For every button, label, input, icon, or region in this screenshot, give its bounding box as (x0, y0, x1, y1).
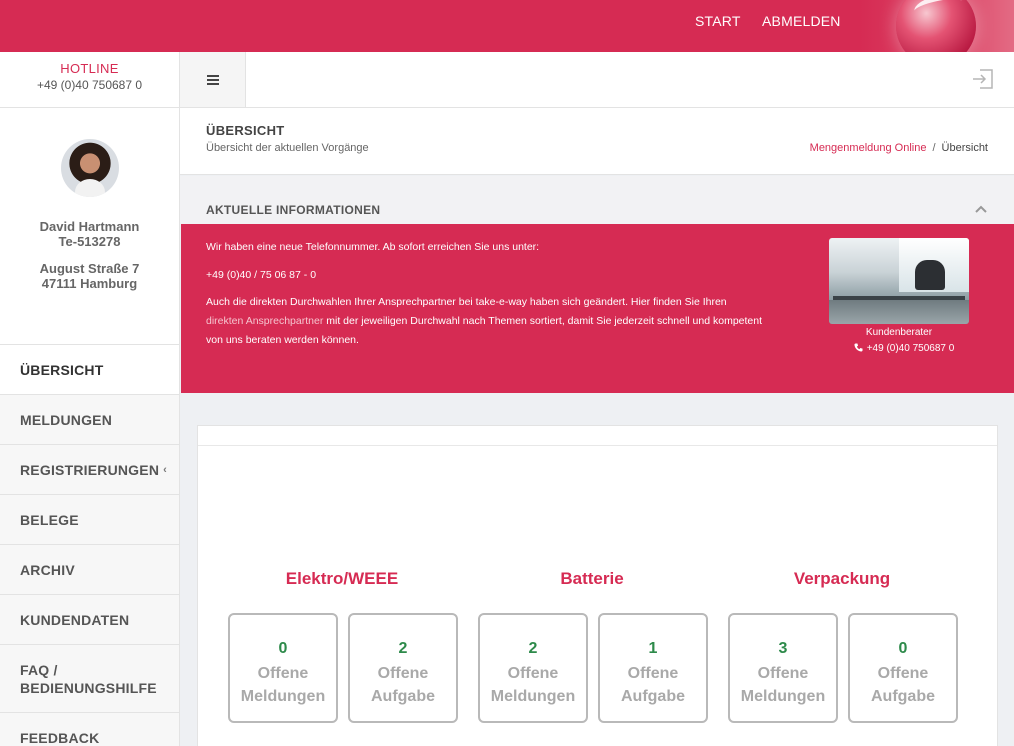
profile-city: 47111 Hamburg (41, 276, 138, 291)
sidebar-item-label: FAQ / BEDIENUNGSHILFE (20, 661, 157, 697)
page-subtitle: Übersicht der aktuellen Vorgänge (206, 142, 369, 154)
breadcrumb-parent-link[interactable]: Mengenmeldung Online (810, 142, 927, 154)
sidebar-item-archiv[interactable]: ARCHIV (0, 545, 179, 595)
sub-header (180, 52, 1014, 108)
stat-label: Offene Aufgabe (871, 665, 935, 705)
faq-label-line1: FAQ / (20, 661, 58, 678)
nav-logout-link[interactable]: ABMELDEN (762, 13, 841, 29)
profile-customer-id: Te-513278 (58, 234, 121, 249)
stat-label: Offene Meldungen (740, 665, 826, 705)
stat-card-elektro-meldungen[interactable]: 0 Offene Meldungen (228, 613, 338, 723)
stat-label: Offene Meldungen (490, 665, 576, 705)
info-section-title: AKTUELLE INFORMATIONEN (206, 203, 381, 217)
sidebar: David Hartmann Te-513278 August Straße 7… (0, 108, 180, 746)
page-header: ÜBERSICHT Übersicht der aktuellen Vorgän… (180, 108, 1014, 175)
advisor-phone-number: +49 (0)40 750687 0 (866, 343, 955, 354)
category-title-elektro: Elektro/WEEE (285, 569, 399, 588)
info-text-line1: Wir haben eine neue Telefonnummer. Ab so… (206, 241, 540, 253)
menu-toggle-button[interactable] (180, 52, 246, 107)
info-banner: Wir haben eine neue Telefonnummer. Ab so… (181, 224, 1014, 393)
stat-value: 1 (648, 640, 658, 657)
logout-icon[interactable] (972, 69, 994, 89)
stat-card-verpackung-aufgabe[interactable]: 0 Offene Aufgabe (848, 613, 958, 723)
category-title-batterie: Batterie (560, 569, 624, 588)
nav-start-link[interactable]: START (695, 13, 741, 29)
advisor-phone: +49 (0)40 750687 0 (829, 343, 979, 354)
stat-card-batterie-meldungen[interactable]: 2 Offene Meldungen (478, 613, 588, 723)
sidebar-item-uebersicht[interactable]: ÜBERSICHT (0, 345, 179, 395)
breadcrumb-separator: / (932, 142, 936, 154)
profile-name: David Hartmann (39, 219, 140, 234)
info-text-line3: Auch die direkten Durchwahlen Ihrer Ansp… (206, 293, 766, 350)
stat-value: 0 (278, 640, 288, 657)
hotline-phone: +49 (0)40 750687 0 (36, 78, 143, 92)
sidebar-item-label: MELDUNGEN (20, 411, 113, 428)
stat-card-batterie-aufgabe[interactable]: 1 Offene Aufgabe (598, 613, 708, 723)
stat-card-verpackung-meldungen[interactable]: 3 Offene Meldungen (728, 613, 838, 723)
faq-label-line2: BEDIENUNGSHILFE (20, 679, 157, 696)
logo-swoosh-icon (912, 0, 964, 21)
sidebar-item-label: FEEDBACK (20, 729, 100, 746)
info-text-part: Auch die direkten Durchwahlen Ihrer Ansp… (206, 296, 727, 308)
avatar (60, 139, 119, 197)
stat-label: Offene Aufgabe (371, 665, 435, 705)
stats-panel: Elektro/WEEE Batterie Verpackung 0 Offen… (197, 425, 998, 746)
user-profile: David Hartmann Te-513278 August Straße 7… (0, 139, 179, 345)
sidebar-item-kundendaten[interactable]: KUNDENDATEN (0, 595, 179, 645)
sidebar-item-belege[interactable]: BELEGE (0, 495, 179, 545)
chevron-up-icon[interactable] (975, 203, 987, 215)
sidebar-item-faq[interactable]: FAQ / BEDIENUNGSHILFE (0, 645, 179, 713)
logo-sphere-icon (896, 0, 976, 52)
contact-person-link[interactable]: direkten Ansprechpartner (206, 315, 323, 327)
stat-label: Offene Meldungen (240, 665, 326, 705)
advisor-photo (829, 238, 969, 324)
stat-value: 3 (778, 640, 788, 657)
advisor-caption: Kundenberater (865, 327, 933, 338)
sidebar-item-meldungen[interactable]: MELDUNGEN (0, 395, 179, 445)
sidebar-item-feedback[interactable]: FEEDBACK (0, 713, 179, 746)
sidebar-item-label: ARCHIV (20, 561, 75, 578)
stat-value: 2 (398, 640, 408, 657)
info-text-phone: +49 (0)40 / 75 06 87 - 0 (206, 269, 317, 281)
hotline-box: HOTLINE +49 (0)40 750687 0 (0, 52, 180, 108)
hamburger-icon (206, 74, 219, 85)
hotline-title: HOTLINE (60, 61, 119, 76)
category-title-verpackung: Verpackung (793, 569, 891, 588)
brand-logo (860, 0, 1014, 52)
stat-value: 0 (898, 640, 908, 657)
top-bar: START ABMELDEN (0, 0, 1014, 52)
sidebar-item-label: KUNDENDATEN (20, 611, 130, 628)
breadcrumb-current: Übersicht (941, 142, 988, 154)
panel-header (198, 426, 997, 446)
info-section-header[interactable]: AKTUELLE INFORMATIONEN (180, 176, 1014, 224)
stat-card-elektro-aufgabe[interactable]: 2 Offene Aufgabe (348, 613, 458, 723)
profile-street: August Straße 7 (39, 261, 140, 276)
sidebar-item-label: BELEGE (20, 511, 79, 528)
stat-value: 2 (528, 640, 538, 657)
breadcrumb: Mengenmeldung Online / Übersicht (810, 142, 988, 154)
sidebar-item-registrierungen[interactable]: REGISTRIERUNGEN ‹ (0, 445, 179, 495)
stat-label: Offene Aufgabe (621, 665, 685, 705)
phone-icon (854, 343, 863, 352)
sidebar-item-label: REGISTRIERUNGEN (20, 461, 160, 478)
sidebar-item-label: ÜBERSICHT (20, 361, 104, 378)
chevron-left-icon: ‹ (163, 463, 167, 476)
page-title: ÜBERSICHT (206, 123, 285, 138)
